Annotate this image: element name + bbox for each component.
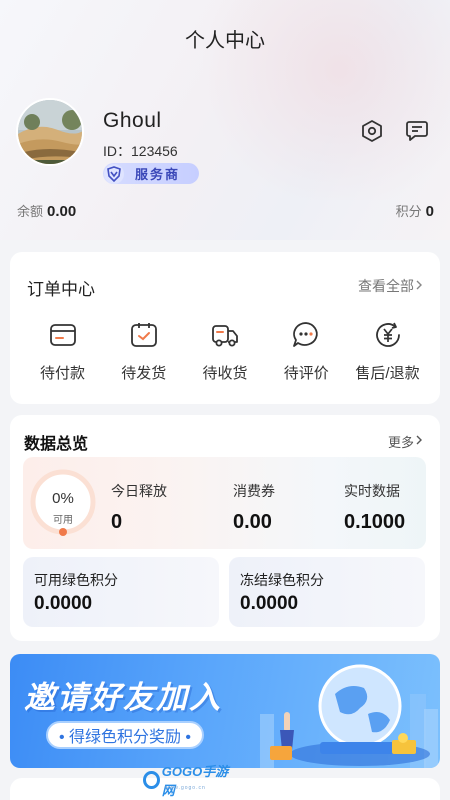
delivery-truck-icon [210, 320, 240, 350]
chevron-right-icon [414, 278, 424, 294]
points-box-value: 0.0000 [240, 593, 299, 614]
stat-label: 今日释放 [111, 483, 167, 499]
chat-bubble-icon [405, 119, 429, 148]
stat-value: 0 [111, 511, 123, 533]
invite-banner[interactable]: 邀请好友加入 • 得绿色积分奖励 • [10, 654, 440, 768]
stat-label: 消费券 [233, 483, 275, 499]
stat-realtime: 实时数据 0.1000 [344, 481, 405, 534]
stat-vouchers: 消费券 0.00 [233, 481, 275, 534]
globe-illustration [260, 664, 438, 768]
order-item-pending-payment[interactable]: 待付款 [22, 320, 103, 383]
hexagon-settings-icon [360, 119, 384, 148]
progress-marker [59, 528, 67, 536]
stat-label: 实时数据 [344, 483, 400, 499]
chevron-right-icon [414, 434, 424, 449]
available-green-points[interactable]: 可用绿色积分 0.0000 [23, 557, 219, 627]
order-item-pending-receipt[interactable]: 待收货 [185, 320, 266, 383]
view-all-label: 查看全部 [358, 278, 414, 294]
message-button[interactable] [403, 119, 431, 147]
order-item-label: 待评价 [283, 365, 329, 382]
order-item-after-sales[interactable]: 售后/退款 [347, 320, 428, 383]
data-overview-title: 数据总览 [24, 436, 89, 453]
stat-value: 0.1000 [344, 511, 406, 533]
yen-refund-icon [373, 320, 403, 350]
progress-percent: 0% [52, 490, 74, 507]
progress-label: 可用 [53, 515, 73, 526]
stat-today-release: 今日释放 0 [111, 481, 167, 534]
role-badge: 服务商 [103, 163, 199, 184]
points-label: 积分 [395, 204, 422, 219]
wallet-card-icon [48, 320, 78, 350]
balance-label: 余额 [17, 204, 44, 219]
banner-title: 邀请好友加入 [24, 680, 222, 715]
role-badge-label: 服务商 [135, 167, 181, 182]
balance-item[interactable]: 余额 0.00 [17, 201, 76, 220]
watermark-subtext: www.gogo.cn [165, 785, 206, 791]
page-title: 个人中心 [185, 30, 265, 52]
order-item-label: 待收货 [202, 365, 248, 382]
order-center-title: 订单中心 [27, 280, 95, 299]
comment-dots-icon [291, 320, 321, 350]
watermark-circle-icon [143, 771, 160, 789]
frozen-green-points[interactable]: 冻结绿色积分 0.0000 [229, 557, 425, 627]
points-item[interactable]: 积分 0 [396, 201, 434, 220]
more-link[interactable]: 更多 [388, 432, 424, 451]
order-item-pending-review[interactable]: 待评价 [266, 320, 347, 383]
watermark-logo: GOGO手游网 www.gogo.cn [143, 764, 233, 798]
avatar[interactable] [16, 98, 84, 166]
balance-value: 0.00 [47, 203, 77, 220]
box-check-icon [129, 320, 159, 350]
points-value: 0 [425, 203, 434, 220]
points-box-value: 0.0000 [34, 593, 93, 614]
stats-panel: 0% 可用 今日释放 0 消费券 0.00 实时数据 0.1000 [23, 457, 426, 549]
stat-value: 0.00 [233, 511, 272, 533]
order-item-label: 待付款 [39, 365, 85, 382]
banner-subtitle: • 得绿色积分奖励 • [46, 721, 204, 749]
watermark-text: GOGO手游网 [161, 764, 229, 798]
view-all-orders-link[interactable]: 查看全部 [358, 276, 424, 296]
order-item-pending-shipment[interactable]: 待发货 [103, 320, 184, 383]
points-box-label: 冻结绿色积分 [240, 572, 324, 588]
data-overview-card: 数据总览 更多 0% 可用 今日释放 0 消费券 0.00 实时数据 0.100… [10, 415, 440, 641]
order-status-row: 待付款 待发货 待收货 待评价 售后/退款 [22, 320, 428, 383]
settings-button[interactable] [358, 119, 386, 147]
username: Ghoul [103, 109, 162, 132]
more-label: 更多 [387, 435, 414, 450]
order-item-label: 售后/退款 [355, 365, 420, 382]
shield-badge-icon [103, 163, 125, 185]
user-id: ID：123456 [103, 143, 178, 159]
order-item-label: 待发货 [121, 365, 167, 382]
order-center-card: 订单中心 查看全部 待付款 待发货 待收货 待评价 售后/退款 [10, 252, 440, 404]
points-box-label: 可用绿色积分 [34, 572, 118, 588]
